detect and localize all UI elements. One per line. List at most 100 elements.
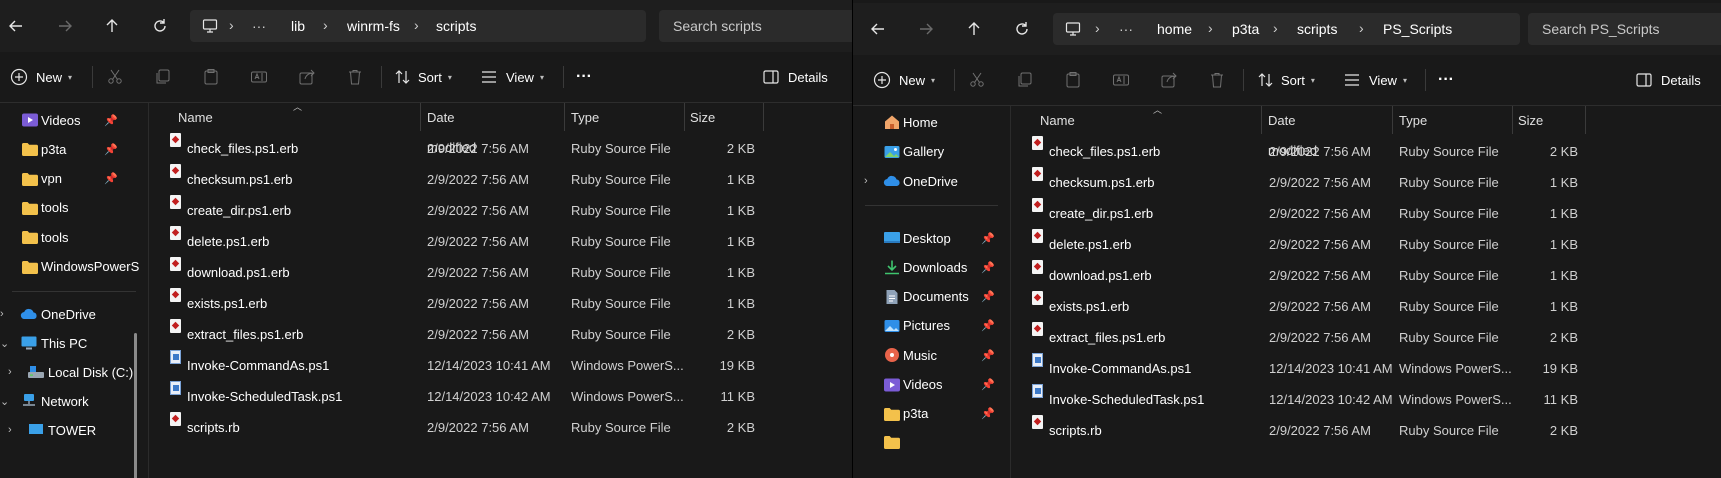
breadcrumb-item[interactable]: winrm-fs (347, 10, 400, 42)
delete-button[interactable] (1208, 64, 1226, 96)
column-divider[interactable] (420, 103, 421, 131)
file-row[interactable]: Invoke-ScheduledTask.ps1 12/14/2023 10:42… (1011, 384, 1721, 415)
breadcrumb-item[interactable]: lib (291, 10, 305, 42)
file-row[interactable]: download.ps1.erb 2/9/2022 7:56 AM Ruby Sou… (1011, 260, 1721, 291)
refresh-button[interactable] (146, 12, 174, 40)
sidebar-item-onedrive[interactable]: › OneDrive (853, 166, 1010, 196)
sidebar-item-p3ta[interactable]: p3ta 📌 (853, 399, 1010, 429)
chevron-right-icon[interactable]: › (8, 366, 12, 378)
column-name[interactable]: Name (178, 103, 213, 133)
column-divider[interactable] (1261, 106, 1262, 134)
column-divider[interactable] (564, 103, 565, 131)
sidebar-item-tools[interactable]: tools (0, 193, 148, 223)
sidebar-item-local-disk-c-[interactable]: › Local Disk (C:) (0, 357, 148, 387)
file-row[interactable]: delete.ps1.erb 2/9/2022 7:56 AM Ruby Sourc… (1011, 229, 1721, 260)
file-row[interactable]: check_files.ps1.erb 2/9/2022 7:56 AM Ruby … (1011, 136, 1721, 167)
file-row[interactable]: checksum.ps1.erb 2/9/2022 7:56 AM Ruby Sou… (1011, 167, 1721, 198)
rename-button[interactable] (1112, 64, 1130, 96)
sidebar-item-gallery[interactable]: Gallery (853, 137, 1010, 167)
file-row[interactable]: download.ps1.erb 2/9/2022 7:56 AM Ruby Sou… (149, 257, 852, 288)
column-date-modified[interactable]: Date modified (1268, 106, 1317, 158)
column-name[interactable]: Name (1040, 106, 1075, 136)
more-options-button[interactable]: ··· (1438, 64, 1454, 96)
cut-button[interactable] (968, 64, 986, 96)
paste-button[interactable] (1064, 64, 1082, 96)
breadcrumb-item[interactable]: PS_Scripts (1383, 13, 1452, 45)
file-row[interactable]: Invoke-CommandAs.ps1 12/14/2023 10:41 AM W… (149, 350, 852, 381)
share-button[interactable] (1160, 64, 1178, 96)
column-divider[interactable] (1392, 106, 1393, 134)
up-button[interactable] (98, 12, 126, 40)
chevron-right-icon[interactable]: › (864, 175, 868, 187)
sidebar-item-pictures[interactable]: Pictures 📌 (853, 311, 1010, 341)
chevron-down-icon[interactable]: ⌄ (0, 395, 9, 408)
view-button[interactable]: View ▾ (480, 61, 544, 93)
sidebar-item-partial[interactable] (853, 427, 1010, 457)
sidebar-item-this-pc[interactable]: ⌄ This PC (0, 328, 148, 358)
more-options-button[interactable]: ··· (576, 61, 592, 93)
rename-button[interactable] (250, 61, 268, 93)
search-input[interactable]: Search PS_Scripts (1542, 13, 1660, 45)
column-divider[interactable] (684, 103, 685, 131)
file-row[interactable]: Invoke-ScheduledTask.ps1 12/14/2023 10:42… (149, 381, 852, 412)
column-divider[interactable] (763, 103, 764, 131)
file-row[interactable]: checksum.ps1.erb 2/9/2022 7:56 AM Ruby Sou… (149, 164, 852, 195)
sort-button[interactable]: Sort ▾ (394, 61, 452, 93)
sidebar-item-windowspowers[interactable]: WindowsPowerS (0, 252, 148, 282)
file-row[interactable]: Invoke-CommandAs.ps1 12/14/2023 10:41 AM W… (1011, 353, 1721, 384)
view-button[interactable]: View ▾ (1343, 64, 1407, 96)
sidebar-item-tower[interactable]: › TOWER (0, 415, 148, 445)
more-locations-button[interactable]: ··· (252, 10, 266, 42)
breadcrumb-item[interactable]: scripts (436, 10, 476, 42)
paste-button[interactable] (202, 61, 220, 93)
file-row[interactable]: extract_files.ps1.erb 2/9/2022 7:56 AM Rub… (149, 319, 852, 350)
new-button[interactable]: New ▾ (10, 61, 72, 93)
sidebar-item-videos[interactable]: Videos 📌 (853, 370, 1010, 400)
search-box[interactable]: Search scripts (659, 10, 852, 42)
up-button[interactable] (960, 15, 988, 43)
file-row[interactable]: scripts.rb 2/9/2022 7:56 AM Ruby Source Fi… (1011, 415, 1721, 446)
column-type[interactable]: Type (1399, 106, 1427, 136)
sidebar-item-vpn[interactable]: vpn 📌 (0, 164, 148, 194)
file-row[interactable]: delete.ps1.erb 2/9/2022 7:56 AM Ruby Sourc… (149, 226, 852, 257)
chevron-right-icon[interactable]: › (8, 424, 12, 436)
sidebar-item-music[interactable]: Music 📌 (853, 340, 1010, 370)
column-date-modified[interactable]: Date modified (427, 103, 476, 155)
copy-button[interactable] (154, 61, 172, 93)
column-divider[interactable] (1585, 106, 1586, 134)
address-bar[interactable]: › ··· lib › winrm-fs › scripts (190, 10, 646, 42)
column-divider[interactable] (1512, 106, 1513, 134)
sidebar-item-home[interactable]: Home (853, 107, 1010, 137)
file-row[interactable]: create_dir.ps1.erb 2/9/2022 7:56 AM Ruby S… (1011, 198, 1721, 229)
breadcrumb-item[interactable]: home (1157, 13, 1192, 45)
file-row[interactable]: exists.ps1.erb 2/9/2022 7:56 AM Ruby Sourc… (1011, 291, 1721, 322)
sort-button[interactable]: Sort ▾ (1257, 64, 1315, 96)
refresh-button[interactable] (1008, 15, 1036, 43)
sidebar-item-p3ta[interactable]: p3ta 📌 (0, 134, 148, 164)
copy-button[interactable] (1016, 64, 1034, 96)
forward-button[interactable] (912, 15, 940, 43)
delete-button[interactable] (346, 61, 364, 93)
more-locations-button[interactable]: ··· (1119, 13, 1133, 45)
file-row[interactable]: extract_files.ps1.erb 2/9/2022 7:56 AM Rub… (1011, 322, 1721, 353)
breadcrumb-item[interactable]: scripts (1297, 13, 1337, 45)
details-button[interactable]: Details (1635, 64, 1701, 96)
sidebar-item-desktop[interactable]: Desktop 📌 (853, 223, 1010, 253)
search-input[interactable]: Search scripts (673, 10, 762, 42)
file-row[interactable]: exists.ps1.erb 2/9/2022 7:56 AM Ruby Sourc… (149, 288, 852, 319)
sidebar-item-downloads[interactable]: Downloads 📌 (853, 252, 1010, 282)
back-button[interactable] (864, 15, 892, 43)
column-size[interactable]: Size (690, 103, 715, 133)
chevron-down-icon[interactable]: ⌄ (0, 337, 9, 350)
cut-button[interactable] (106, 61, 124, 93)
address-bar[interactable]: › ··· home › p3ta › scripts › PS_Scripts (1053, 13, 1520, 45)
sidebar-item-videos[interactable]: Videos 📌 (0, 105, 148, 135)
sidebar-item-onedrive[interactable]: › OneDrive (0, 299, 148, 329)
chevron-right-icon[interactable]: › (0, 308, 4, 320)
file-row[interactable]: create_dir.ps1.erb 2/9/2022 7:56 AM Ruby S… (149, 195, 852, 226)
column-type[interactable]: Type (571, 103, 599, 133)
share-button[interactable] (298, 61, 316, 93)
column-size[interactable]: Size (1518, 106, 1543, 136)
forward-button[interactable] (51, 12, 79, 40)
file-row[interactable]: check_files.ps1.erb 2/9/2022 7:56 AM Ruby … (149, 133, 852, 164)
